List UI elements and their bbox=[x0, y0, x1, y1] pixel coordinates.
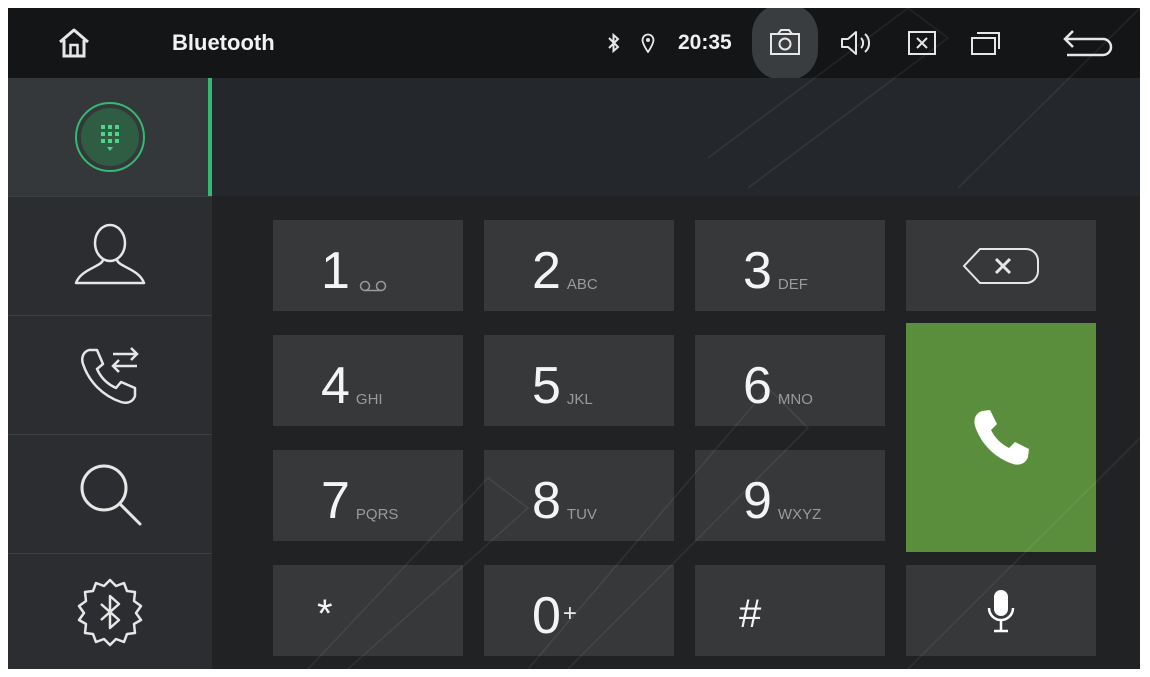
volume-icon bbox=[841, 31, 871, 55]
bluetooth-icon bbox=[608, 33, 620, 53]
key-letters: DEF bbox=[777, 276, 808, 293]
home-button[interactable] bbox=[46, 8, 102, 78]
key-3[interactable]: 3 DEF bbox=[695, 220, 885, 311]
key-2[interactable]: 2 ABC bbox=[484, 220, 674, 311]
bluetooth-status bbox=[602, 8, 626, 78]
key-5[interactable]: 5 JKL bbox=[484, 335, 674, 426]
status-bar: Bluetooth 20:35 bbox=[8, 8, 1140, 80]
search-icon bbox=[80, 464, 142, 526]
backspace-button[interactable] bbox=[906, 220, 1096, 311]
volume-button[interactable] bbox=[830, 8, 882, 78]
key-digit: 4 bbox=[321, 357, 350, 415]
key-digit: 8 bbox=[532, 472, 561, 530]
key-digit: # bbox=[739, 592, 762, 636]
key-digit: 2 bbox=[532, 242, 561, 300]
key-letters: WXYZ bbox=[777, 506, 822, 523]
voice-dial-button[interactable] bbox=[906, 565, 1096, 656]
key-digit: 3 bbox=[743, 242, 772, 300]
key-6[interactable]: 6 MNO bbox=[695, 335, 885, 426]
backspace-icon bbox=[962, 247, 1039, 284]
key-digit: * bbox=[317, 592, 333, 636]
dialed-number-display bbox=[212, 78, 1140, 196]
sidebar-item-contacts[interactable] bbox=[8, 197, 212, 315]
key-digit: 1 bbox=[321, 242, 350, 300]
key-letters: TUV bbox=[566, 506, 597, 523]
home-icon bbox=[59, 28, 89, 58]
key-0[interactable]: 0 + bbox=[484, 565, 674, 656]
key-letters: PQRS bbox=[355, 506, 399, 523]
back-icon bbox=[1063, 30, 1113, 57]
call-icon bbox=[974, 409, 1029, 465]
microphone-icon bbox=[987, 589, 1015, 632]
bluetooth-settings-icon bbox=[77, 578, 143, 646]
key-digit: 6 bbox=[743, 357, 772, 415]
key-star[interactable]: * bbox=[273, 565, 463, 656]
head-unit-screen: Bluetooth 20:35 1 2 ABC 3 DEF 4 GHI 5 JK… bbox=[8, 8, 1140, 669]
key-digit: 5 bbox=[532, 357, 561, 415]
key-4[interactable]: 4 GHI bbox=[273, 335, 463, 426]
close-app-button[interactable] bbox=[896, 8, 948, 78]
sidebar bbox=[8, 78, 212, 669]
contact-icon bbox=[74, 223, 146, 285]
recent-apps-icon bbox=[971, 32, 1000, 55]
close-window-icon bbox=[908, 31, 936, 55]
clock: 20:35 bbox=[678, 31, 732, 54]
key-9[interactable]: 9 WXYZ bbox=[695, 450, 885, 541]
sidebar-item-bluetooth-settings[interactable] bbox=[8, 554, 212, 669]
screenshot-button[interactable] bbox=[752, 8, 818, 80]
key-letters: JKL bbox=[566, 391, 593, 408]
sidebar-item-dialpad[interactable] bbox=[8, 78, 212, 196]
key-digit: 7 bbox=[321, 472, 350, 530]
recent-apps-button[interactable] bbox=[960, 8, 1012, 78]
key-letters: ABC bbox=[566, 276, 598, 293]
key-7[interactable]: 7 PQRS bbox=[273, 450, 463, 541]
dialpad: 1 2 ABC 3 DEF 4 GHI 5 JKL 6 MNO 7 PQRS 8… bbox=[212, 196, 1140, 669]
sidebar-item-call-log[interactable] bbox=[8, 316, 212, 434]
location-status bbox=[636, 8, 660, 78]
key-letters: MNO bbox=[777, 391, 813, 408]
dialpad-icon bbox=[75, 102, 145, 172]
key-digit: 9 bbox=[743, 472, 772, 530]
key-plus: + bbox=[562, 600, 577, 627]
key-8[interactable]: 8 TUV bbox=[484, 450, 674, 541]
camera-icon bbox=[770, 29, 800, 55]
back-button[interactable] bbox=[1056, 8, 1120, 78]
key-hash[interactable]: # bbox=[695, 565, 885, 656]
voicemail-icon bbox=[359, 280, 387, 292]
location-icon bbox=[641, 33, 655, 53]
sidebar-item-search[interactable] bbox=[8, 435, 212, 553]
key-digit: 0 bbox=[532, 587, 561, 645]
key-1[interactable]: 1 bbox=[273, 220, 463, 311]
app-title: Bluetooth bbox=[172, 30, 275, 55]
call-button[interactable] bbox=[906, 323, 1096, 552]
call-log-icon bbox=[81, 347, 139, 404]
key-letters: GHI bbox=[355, 391, 383, 408]
